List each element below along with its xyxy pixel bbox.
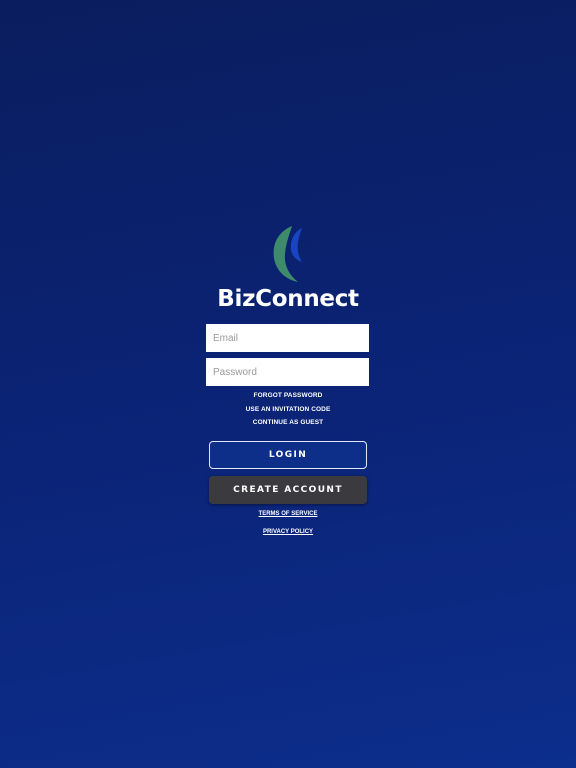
create-account-button[interactable]: CREATE ACCOUNT [209,476,367,504]
invitation-code-link[interactable]: USE AN INVITATION CODE [0,406,576,413]
email-field[interactable] [206,324,369,352]
terms-of-service-link[interactable]: TERMS OF SERVICE [0,511,576,517]
crescent-logo-icon [273,226,302,282]
brand-title: BizConnect [217,286,359,312]
privacy-policy-link[interactable]: PRIVACY POLICY [0,529,576,535]
create-account-button-label: CREATE ACCOUNT [233,485,343,495]
password-field[interactable] [206,358,369,386]
forgot-password-link[interactable]: FORGOT PASSWORD [0,392,576,399]
login-button-label: LOGIN [268,450,308,460]
login-button[interactable]: LOGIN [209,441,367,469]
login-screen: BizConnect FORGOT PASSWORD USE AN INVITA… [0,0,576,768]
continue-as-guest-link[interactable]: CONTINUE AS GUEST [0,419,576,426]
